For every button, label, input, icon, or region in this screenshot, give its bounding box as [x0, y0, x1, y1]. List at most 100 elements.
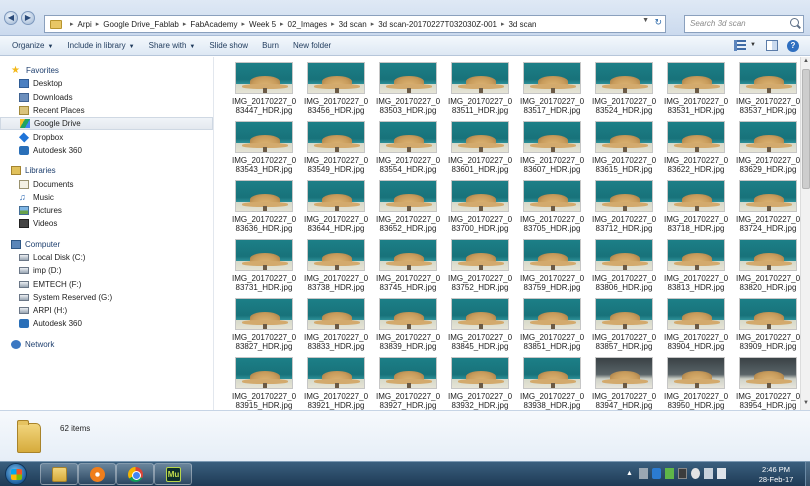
breadcrumb-item[interactable]: 3d scan [339, 20, 367, 29]
file-item[interactable]: IMG_20170227_083601_HDR.jpg [444, 121, 516, 180]
nav-network[interactable]: Network [0, 338, 213, 351]
scroll-down-icon[interactable]: ▼ [802, 400, 810, 409]
file-item[interactable]: IMG_20170227_083456_HDR.jpg [300, 62, 372, 121]
file-item[interactable]: IMG_20170227_083554_HDR.jpg [372, 121, 444, 180]
nav-item-arpi-h[interactable]: ARPI (H:) [0, 304, 213, 317]
nav-item-dropbox[interactable]: Dropbox [0, 130, 213, 143]
file-item[interactable]: IMG_20170227_083827_HDR.jpg [228, 298, 300, 357]
file-item[interactable]: IMG_20170227_083503_HDR.jpg [372, 62, 444, 121]
nav-item-imp-d[interactable]: imp (D:) [0, 264, 213, 277]
refresh-icon[interactable]: ↻ [654, 17, 662, 28]
breadcrumb-item[interactable]: Week 5 [249, 20, 276, 29]
file-item[interactable]: IMG_20170227_083954_HDR.jpg [732, 357, 800, 410]
file-item[interactable]: IMG_20170227_083531_HDR.jpg [660, 62, 732, 121]
file-item[interactable]: IMG_20170227_083724_HDR.jpg [732, 180, 800, 239]
file-item[interactable]: IMG_20170227_083806_HDR.jpg [588, 239, 660, 298]
file-list-pane[interactable]: IMG_20170227_083447_HDR.jpg IMG_20170227_… [215, 57, 800, 410]
file-item[interactable]: IMG_20170227_083537_HDR.jpg [732, 62, 800, 121]
start-button[interactable] [5, 463, 27, 485]
taskbar-chrome-button[interactable] [116, 463, 154, 485]
file-item[interactable]: IMG_20170227_083745_HDR.jpg [372, 239, 444, 298]
file-item[interactable]: IMG_20170227_083915_HDR.jpg [228, 357, 300, 410]
file-item[interactable]: IMG_20170227_083705_HDR.jpg [516, 180, 588, 239]
file-item[interactable]: IMG_20170227_083731_HDR.jpg [228, 239, 300, 298]
file-item[interactable]: IMG_20170227_083622_HDR.jpg [660, 121, 732, 180]
nav-item-emtech-f[interactable]: EMTECH (F:) [0, 277, 213, 290]
preview-pane-icon[interactable] [766, 40, 778, 51]
show-desktop-button[interactable] [805, 462, 810, 486]
file-item[interactable]: IMG_20170227_083511_HDR.jpg [444, 62, 516, 121]
file-item[interactable]: IMG_20170227_083950_HDR.jpg [660, 357, 732, 410]
nav-item-pictures[interactable]: Pictures [0, 204, 213, 217]
tray-app-icon[interactable] [691, 468, 700, 479]
breadcrumb-item[interactable]: Google Drive_Fablab [103, 20, 179, 29]
nav-item-autodesk-360[interactable]: Autodesk 360 [0, 144, 213, 157]
clock[interactable]: 2:46 PM 28-Feb-17 [752, 465, 800, 485]
slide-show-button[interactable]: Slide show [209, 41, 248, 50]
file-item[interactable]: IMG_20170227_083644_HDR.jpg [300, 180, 372, 239]
file-item[interactable]: IMG_20170227_083447_HDR.jpg [228, 62, 300, 121]
forward-button[interactable]: ▶ [21, 11, 35, 25]
file-item[interactable]: IMG_20170227_083652_HDR.jpg [372, 180, 444, 239]
file-item[interactable]: IMG_20170227_083759_HDR.jpg [516, 239, 588, 298]
breadcrumb-separator-icon[interactable]: ▸ [331, 20, 335, 28]
scrollbar-thumb[interactable] [802, 69, 810, 189]
nav-item-local-disk-c[interactable]: Local Disk (C:) [0, 251, 213, 264]
change-view-icon[interactable] [734, 40, 746, 51]
file-item[interactable]: IMG_20170227_083845_HDR.jpg [444, 298, 516, 357]
nav-item-videos[interactable]: Videos [0, 217, 213, 230]
file-item[interactable]: IMG_20170227_083947_HDR.jpg [588, 357, 660, 410]
file-item[interactable]: IMG_20170227_083524_HDR.jpg [588, 62, 660, 121]
taskbar-media-player-button[interactable] [78, 463, 116, 485]
tray-app-icon[interactable] [652, 468, 661, 479]
file-item[interactable]: IMG_20170227_083833_HDR.jpg [300, 298, 372, 357]
burn-button[interactable]: Burn [262, 41, 279, 50]
breadcrumb-separator-icon[interactable]: ▸ [70, 20, 74, 28]
nav-item-system-reserved-g[interactable]: System Reserved (G:) [0, 291, 213, 304]
file-item[interactable]: IMG_20170227_083927_HDR.jpg [372, 357, 444, 410]
file-item[interactable]: IMG_20170227_083932_HDR.jpg [444, 357, 516, 410]
file-item[interactable]: IMG_20170227_083904_HDR.jpg [660, 298, 732, 357]
chevron-down-icon[interactable]: ▼ [642, 17, 649, 24]
nav-item-desktop[interactable]: Desktop [0, 77, 213, 90]
file-item[interactable]: IMG_20170227_083543_HDR.jpg [228, 121, 300, 180]
file-item[interactable]: IMG_20170227_083712_HDR.jpg [588, 180, 660, 239]
breadcrumb-separator-icon[interactable]: ▸ [280, 20, 284, 28]
file-item[interactable]: IMG_20170227_083921_HDR.jpg [300, 357, 372, 410]
network-status-icon[interactable] [704, 468, 713, 479]
file-item[interactable]: IMG_20170227_083857_HDR.jpg [588, 298, 660, 357]
breadcrumb-item[interactable]: FabAcademy [190, 20, 237, 29]
tray-app-icon[interactable] [665, 468, 674, 479]
nav-computer[interactable]: Computer [0, 238, 213, 251]
file-item[interactable]: IMG_20170227_083839_HDR.jpg [372, 298, 444, 357]
taskbar-muse-button[interactable]: Mu [154, 463, 192, 485]
include-in-library-button[interactable]: Include in library ▼ [67, 41, 134, 50]
breadcrumb-item[interactable]: 3d scan-20170227T032030Z-001 [378, 20, 497, 29]
file-item[interactable]: IMG_20170227_083718_HDR.jpg [660, 180, 732, 239]
file-item[interactable]: IMG_20170227_083636_HDR.jpg [228, 180, 300, 239]
file-item[interactable]: IMG_20170227_083813_HDR.jpg [660, 239, 732, 298]
file-item[interactable]: IMG_20170227_083938_HDR.jpg [516, 357, 588, 410]
back-button[interactable]: ◀ [4, 11, 18, 25]
address-bar[interactable]: ▸ Arpi ▸ Google Drive_Fablab ▸ FabAcademy ▸ Wee… [44, 15, 666, 33]
scroll-up-icon[interactable]: ▲ [802, 58, 810, 67]
organize-button[interactable]: Organize ▼ [12, 41, 53, 50]
file-item[interactable]: IMG_20170227_083607_HDR.jpg [516, 121, 588, 180]
breadcrumb-separator-icon[interactable]: ▸ [371, 20, 375, 28]
tray-app-icon[interactable] [678, 468, 687, 479]
breadcrumb-separator-icon[interactable]: ▸ [96, 20, 100, 28]
file-item[interactable]: IMG_20170227_083629_HDR.jpg [732, 121, 800, 180]
breadcrumb-separator-icon[interactable]: ▸ [183, 20, 187, 28]
taskbar-explorer-button[interactable] [40, 463, 78, 485]
file-item[interactable]: IMG_20170227_083752_HDR.jpg [444, 239, 516, 298]
breadcrumb-item[interactable]: Arpi [78, 20, 92, 29]
nav-favorites[interactable]: ★ Favorites [0, 64, 213, 77]
breadcrumb-item[interactable]: 02_Images [288, 20, 328, 29]
file-item[interactable]: IMG_20170227_083738_HDR.jpg [300, 239, 372, 298]
new-folder-button[interactable]: New folder [293, 41, 331, 50]
nav-item-google-drive[interactable]: Google Drive [0, 117, 213, 131]
file-item[interactable]: IMG_20170227_083700_HDR.jpg [444, 180, 516, 239]
nav-item-autodesk-360-drive[interactable]: Autodesk 360 [0, 317, 213, 330]
show-hidden-icons-icon[interactable]: ▲ [626, 468, 635, 479]
search-input[interactable]: Search 3d scan [684, 15, 804, 33]
